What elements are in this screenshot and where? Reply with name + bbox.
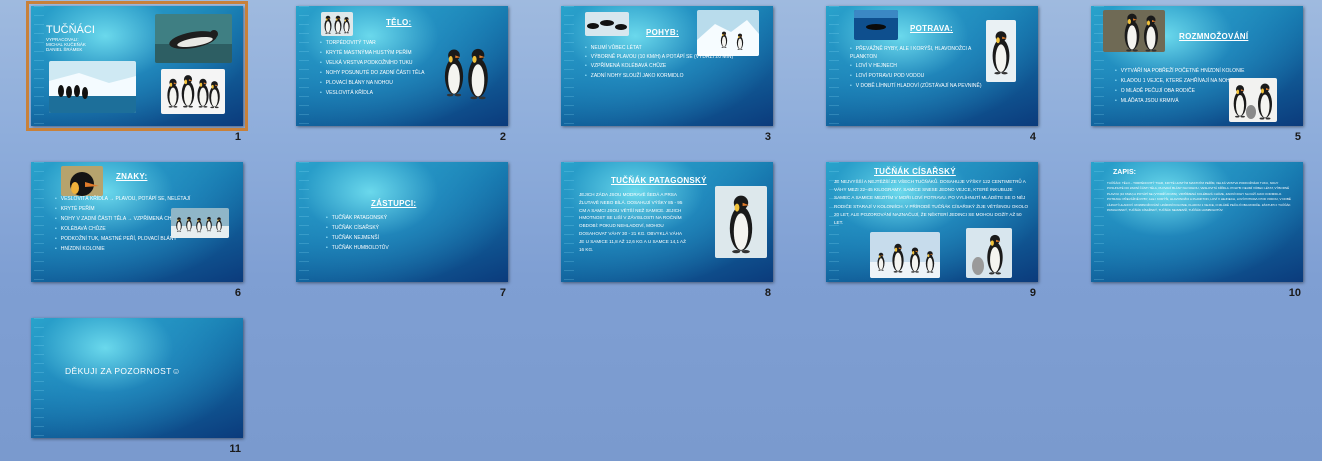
slide-2-bullets: Torpédovitý tvar Kryté mastnýma hustým p… xyxy=(320,38,425,98)
slide-8-title: Tučňák patagonský xyxy=(611,176,707,185)
slide-1-author-2: Daniel Šrámek xyxy=(46,47,83,52)
slide-4-bullets: Převážně ryby, ale i korýši, hlavonožci … xyxy=(850,45,990,91)
bullet: Vzpřímená kolébavá chůze xyxy=(585,61,735,71)
slide-number: 8 xyxy=(764,287,771,299)
slide-10-text: Tučňáci: Tělo – torpédovitý tvar, kryté … xyxy=(1107,181,1291,213)
slide-number: 10 xyxy=(1288,287,1301,299)
bullet: Neumí vůbec létat xyxy=(585,43,735,53)
bullet: Loví potravu pod vodou xyxy=(850,71,990,81)
penguin-photo xyxy=(321,12,353,36)
ocean-photo xyxy=(854,10,898,40)
iceberg-photo xyxy=(49,61,136,113)
bullet: Loví v hejnech xyxy=(850,61,990,71)
slide-number: 6 xyxy=(234,287,241,299)
penguin-head-photo xyxy=(61,166,103,196)
slide-number: 1 xyxy=(234,131,241,143)
bullet: Tučňák patagonský xyxy=(326,213,389,223)
slide-3-bullets: Neumí vůbec létat Výborně plavou (10 km/… xyxy=(585,43,735,81)
emperor-penguin-photo xyxy=(986,20,1016,82)
bullet: Veslovitá křídla → plavou, potápí se, ne… xyxy=(55,194,191,204)
emperor-penguin-group-photo xyxy=(870,232,940,278)
bullet: Vytváří na pobřeží početné hnízdní kolon… xyxy=(1115,66,1295,76)
bullet: Hnízdní kolonie xyxy=(55,244,190,254)
slide-1-title: Tučňáci xyxy=(46,24,95,36)
slide-7-bullets: Tučňák patagonský Tučňák císařský Tučňák… xyxy=(326,213,389,253)
penguin-photo xyxy=(155,14,232,63)
slide-3-title: Pohyb: xyxy=(646,28,679,37)
slide-5-title: Rozmnožování xyxy=(1179,32,1249,41)
slide-number: 3 xyxy=(764,131,771,143)
bullet: V době líhnutí hladoví (zůstávají na pev… xyxy=(850,81,990,91)
slide-9-text: Je nejvyšší a nejtěžší ze všech tučňáků.… xyxy=(834,179,1029,226)
slide-number: 9 xyxy=(1029,287,1036,299)
bullet: Tučňák humboldtův xyxy=(326,243,389,253)
bullet: Nohy posunuté do zadní části těla xyxy=(320,68,425,78)
slide-sorter-view: { "slides": { "s1": { "num": "1", "title… xyxy=(0,0,1322,461)
slide-10-title: Zapis: xyxy=(1113,169,1136,176)
slide-8-text: Jejich záda jsou modravě šedá a prsa žlu… xyxy=(579,192,686,252)
bullet: Velká vrstva podkožního tuku xyxy=(320,58,425,68)
slide-number: 4 xyxy=(1029,131,1036,143)
slide-number: 2 xyxy=(499,131,506,143)
slide-6-title: Znaky: xyxy=(116,172,148,181)
slide-9-title: Tučňák císařský xyxy=(874,167,956,176)
slide-number: 5 xyxy=(1294,131,1301,143)
slide-2-title: Tělo: xyxy=(386,18,412,27)
bullet: Plovací blány na nohou xyxy=(320,78,425,88)
bullet: Torpédovitý tvar xyxy=(320,38,425,48)
bullet: Převážně ryby, ale i korýši, hlavonožci … xyxy=(850,45,990,61)
chick-photo xyxy=(1229,78,1277,122)
king-penguin-pair-photo xyxy=(441,26,493,116)
king-penguin-photo xyxy=(715,186,767,258)
penguin-group-photo xyxy=(161,69,225,114)
swimming-penguins-photo xyxy=(585,12,629,36)
bullet: Veslovitá křídla xyxy=(320,88,425,98)
bullet: Zadní nohy slouží jako kormidlo xyxy=(585,71,735,81)
slide-number: 11 xyxy=(229,443,241,455)
slide-number: 7 xyxy=(499,287,506,299)
king-penguin-photo xyxy=(1103,10,1165,52)
bullet: Výborně plavou (10 km/h) a potápí se (vy… xyxy=(585,53,735,61)
slide-4-title: Potrava: xyxy=(910,24,953,33)
penguin-colony-photo xyxy=(171,208,229,238)
bullet: Kryté mastnýma hustým peřím xyxy=(320,48,425,58)
bullet: Tučňák císařský xyxy=(326,223,389,233)
chick-photo xyxy=(966,228,1012,278)
slide-11-title: Děkuji za pozornost☺ xyxy=(65,366,181,376)
bullet: Tučňák nejmenší xyxy=(326,233,389,243)
slide-7-title: Zástupci: xyxy=(371,199,417,208)
